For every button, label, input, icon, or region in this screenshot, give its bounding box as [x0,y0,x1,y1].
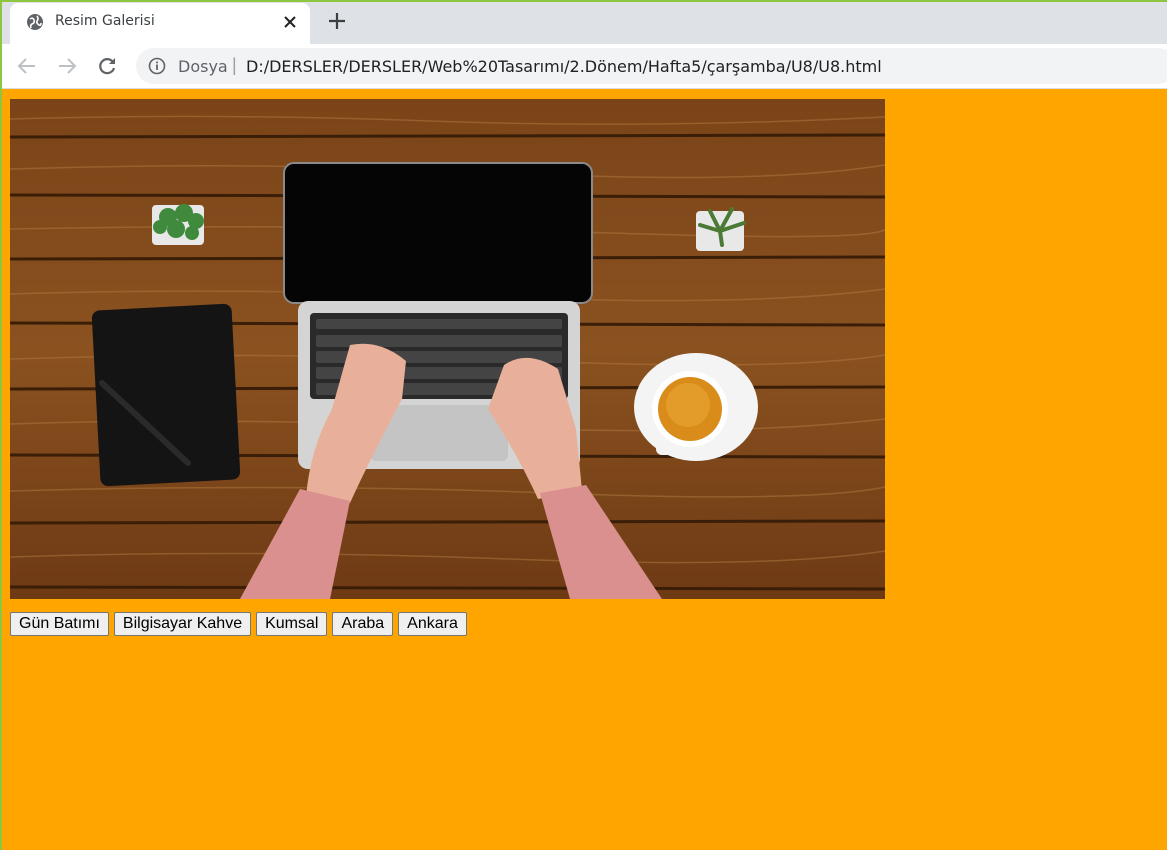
gallery-image [10,99,885,599]
sunset-button[interactable]: Gün Batımı [10,612,109,636]
close-icon[interactable] [280,12,300,32]
gallery-button-row: Gün Batımı Bilgisayar Kahve Kumsal Araba… [10,612,467,636]
page-body: Gün Batımı Bilgisayar Kahve Kumsal Araba… [0,89,1167,850]
back-arrow-icon[interactable] [15,54,39,78]
tab-title: Resim Galerisi [55,13,155,29]
scheme-label: Dosya [178,57,228,76]
car-button[interactable]: Araba [332,612,394,636]
computer-coffee-button[interactable]: Bilgisayar Kahve [113,612,252,636]
url-text[interactable]: D:/DERSLER/DERSLER/Web%20Tasarımı/2.Döne… [246,57,882,76]
address-bar[interactable]: Dosya | D:/DERSLER/DERSLER/Web%20Tasarım… [136,48,1167,84]
globe-icon [27,14,43,30]
forward-arrow-icon[interactable] [55,54,79,78]
browser-tab[interactable]: Resim Galerisi [10,3,310,44]
ankara-button[interactable]: Ankara [398,612,467,636]
laptop-coffee-desk-photo [10,99,885,599]
info-icon[interactable] [148,57,166,75]
beach-button[interactable]: Kumsal [256,612,328,636]
address-separator: | [232,55,237,75]
reload-icon[interactable] [95,54,119,78]
tab-strip: Resim Galerisi [0,0,1167,44]
browser-toolbar: Dosya | D:/DERSLER/DERSLER/Web%20Tasarım… [0,44,1167,89]
new-tab-plus-icon[interactable] [326,10,348,32]
